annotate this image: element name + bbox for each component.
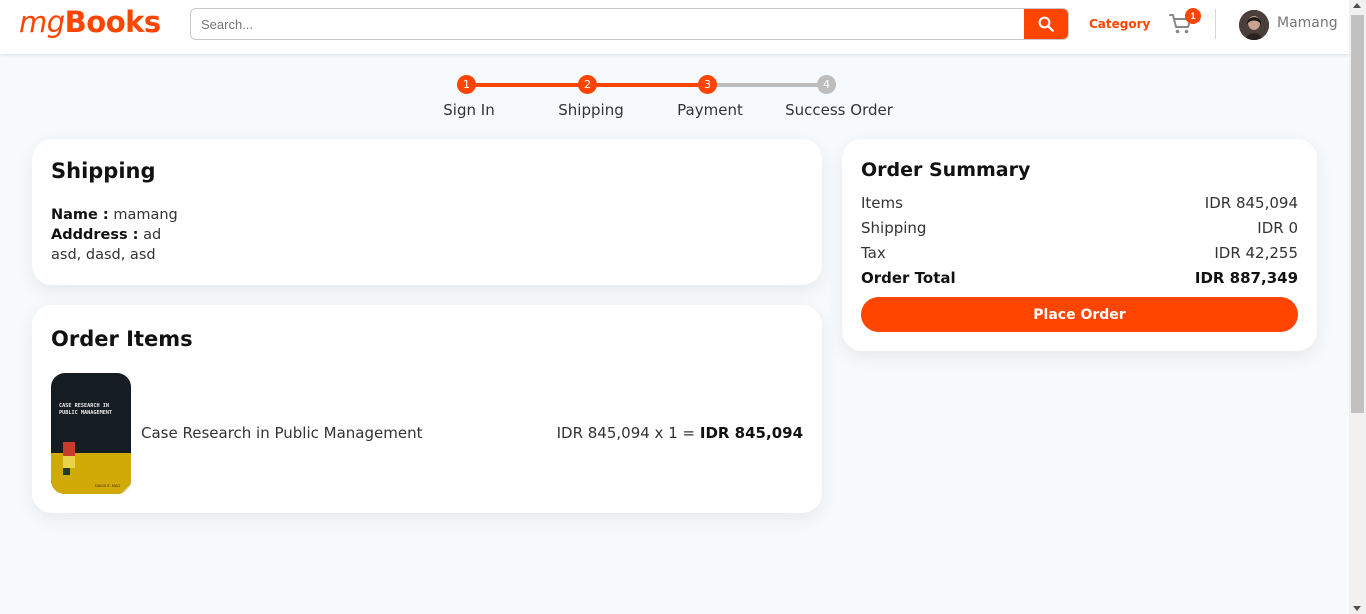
summary-items-value: IDR 845,094	[1204, 194, 1298, 212]
name-value: mamang	[113, 207, 178, 223]
svg-text:CASE RESEARCH IN: CASE RESEARCH IN	[59, 403, 109, 409]
summary-items-row: Items IDR 845,094	[861, 194, 1298, 212]
shipping-title: Shipping	[51, 159, 156, 183]
address-line-1: ad	[143, 227, 162, 243]
search-input[interactable]	[191, 9, 1025, 39]
brand-logo[interactable]: mgBooks	[19, 4, 161, 40]
summary-tax-label: Tax	[861, 244, 886, 262]
item-total: IDR 845,094	[699, 424, 803, 442]
step-3-label: Payment	[677, 101, 743, 119]
order-summary-card: Order Summary Items IDR 845,094 Shipping…	[842, 139, 1317, 351]
search-button[interactable]	[1024, 9, 1068, 39]
header-divider	[1215, 9, 1216, 39]
step-4-label: Success Order	[785, 101, 893, 119]
item-price-calc: IDR 845,094 x 1 =	[556, 424, 696, 442]
search-icon	[1038, 16, 1054, 32]
shipping-address-row: Adddress : ad	[51, 227, 161, 243]
order-items-title: Order Items	[51, 327, 193, 351]
logo-main[interactable]: Books	[65, 5, 162, 39]
cart-count-badge: 1	[1185, 8, 1201, 24]
avatar-image	[1239, 10, 1269, 40]
summary-shipping-row: Shipping IDR 0	[861, 219, 1298, 237]
step-2-label: Shipping	[558, 101, 624, 119]
step-3-dot: 3	[698, 75, 717, 94]
item-price-row: IDR 845,094 x 1 = IDR 845,094	[557, 424, 803, 442]
svg-text:DAVID E. MAG: DAVID E. MAG	[95, 484, 120, 488]
step-connector-2	[587, 83, 707, 87]
page-scrollbar[interactable]	[1349, 0, 1366, 614]
step-1-label: Sign In	[443, 101, 495, 119]
place-order-button[interactable]: Place Order	[861, 297, 1298, 332]
scroll-thumb[interactable]	[1351, 15, 1364, 413]
step-connector-1	[466, 83, 587, 87]
summary-shipping-value: IDR 0	[1257, 219, 1298, 237]
shipping-name-row: Name : mamang	[51, 207, 178, 223]
summary-total-value: IDR 887,349	[1194, 269, 1298, 287]
summary-items-label: Items	[861, 194, 903, 212]
order-summary-title: Order Summary	[861, 159, 1031, 181]
svg-text:PUBLIC MANAGEMENT: PUBLIC MANAGEMENT	[59, 410, 112, 416]
summary-tax-row: Tax IDR 42,255	[861, 244, 1298, 262]
avatar[interactable]	[1239, 10, 1269, 40]
shipping-card: Shipping Name : mamang Adddress : ad asd…	[32, 139, 822, 285]
search-bar	[190, 8, 1069, 40]
order-items-card: Order Items CASE RESEARCH IN PUBLIC MANA…	[32, 305, 822, 513]
name-label: Name :	[51, 207, 109, 223]
scroll-up-arrow-icon[interactable]	[1353, 3, 1361, 8]
top-navbar: mgBooks Category 1 Mamang	[0, 0, 1349, 54]
step-4-dot: 4	[817, 75, 836, 94]
step-2-dot: 2	[578, 75, 597, 94]
item-name[interactable]: Case Research in Public Management	[141, 424, 422, 442]
step-1-dot: 1	[457, 75, 476, 94]
username-label[interactable]: Mamang	[1277, 15, 1338, 31]
logo-prefix[interactable]: mg	[19, 5, 65, 39]
summary-total-row: Order Total IDR 887,349	[861, 269, 1298, 287]
book-cover-image[interactable]: CASE RESEARCH IN PUBLIC MANAGEMENT DAVID…	[51, 373, 131, 494]
step-connector-3	[707, 83, 826, 87]
address-line-2: asd, dasd, asd	[51, 247, 156, 263]
summary-shipping-label: Shipping	[861, 219, 927, 237]
category-link[interactable]: Category	[1089, 17, 1150, 31]
address-label: Adddress :	[51, 227, 139, 243]
summary-tax-value: IDR 42,255	[1214, 244, 1298, 262]
scroll-down-arrow-icon[interactable]	[1353, 606, 1361, 611]
summary-total-label: Order Total	[861, 269, 956, 287]
